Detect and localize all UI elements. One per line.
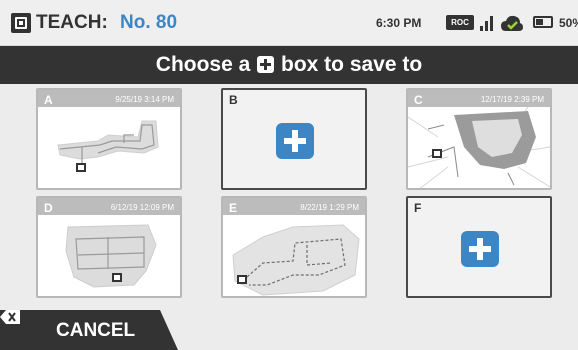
cancel-label: CANCEL (56, 320, 136, 341)
title-suffix: box to save to (281, 53, 423, 76)
slot-e[interactable]: E 8/22/19 1:29 PM (221, 196, 367, 298)
slot-date: 9/25/19 3:14 PM (115, 95, 174, 104)
slot-date: 6/12/19 12:09 PM (110, 203, 174, 212)
slot-c[interactable]: C 12/17/19 2:39 PM (406, 88, 552, 190)
slot-f[interactable]: F (406, 196, 552, 298)
backspace-icon (0, 310, 20, 324)
slot-a[interactable]: A 9/25/19 3:14 PM (36, 88, 182, 190)
signal-icon (480, 15, 494, 31)
map-thumbnail (65, 224, 157, 288)
slot-d[interactable]: D 6/12/19 12:09 PM (36, 196, 182, 298)
status-time: 6:30 PM (376, 16, 422, 30)
roc-badge: ROC (446, 15, 474, 30)
add-save-icon (461, 231, 499, 267)
slot-label: F (414, 201, 422, 215)
page-title: Choose a box to save to (0, 46, 578, 84)
teach-label: TEACH: (36, 12, 108, 33)
slot-date: 8/22/19 1:29 PM (300, 203, 359, 212)
cloud-check-icon (500, 13, 524, 33)
slot-b[interactable]: B (221, 88, 367, 190)
add-save-icon (276, 123, 314, 159)
map-thumbnail (57, 120, 159, 172)
title-prefix: Choose a (155, 53, 251, 76)
app-logo-icon (11, 13, 31, 33)
slot-label: A (44, 93, 53, 107)
slot-date: 12/17/19 2:39 PM (480, 95, 544, 104)
teach-number: No. 80 (120, 12, 178, 33)
slot-label: B (229, 93, 238, 107)
plus-box-icon (257, 56, 275, 73)
battery-icon (533, 16, 553, 28)
map-thumbnail (408, 107, 550, 188)
slot-label: C (414, 93, 423, 107)
status-bar: TEACH: No. 80 6:30 PM ROC 50% (0, 0, 578, 46)
map-thumbnail (232, 224, 360, 296)
slot-label: E (229, 201, 238, 215)
cancel-button[interactable]: CANCEL (0, 310, 190, 350)
slot-label: D (44, 201, 53, 215)
battery-percent: 50% (559, 16, 578, 30)
